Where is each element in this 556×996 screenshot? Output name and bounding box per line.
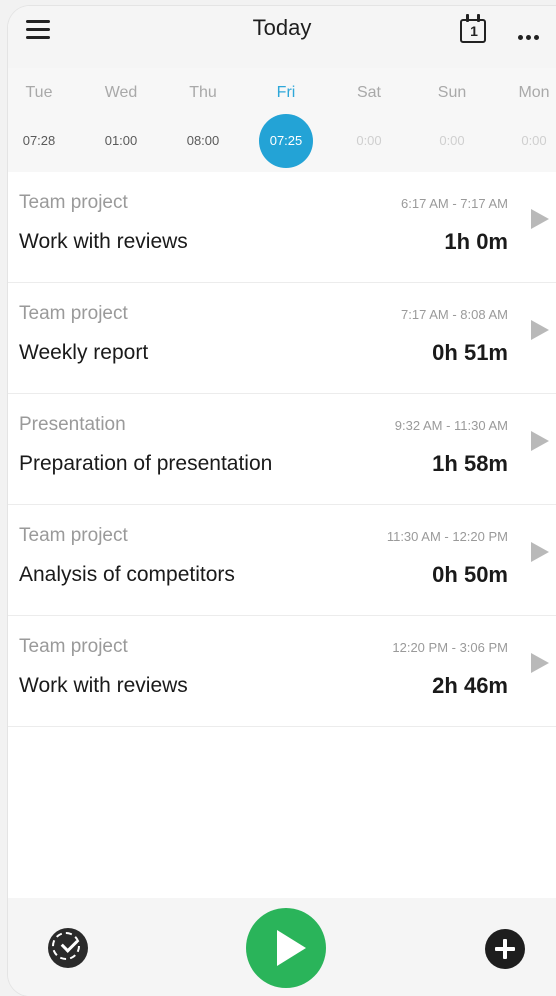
- entry-project: Team project: [19, 636, 128, 657]
- day-name: Sat: [356, 84, 381, 101]
- day-total: 07:28: [22, 133, 56, 148]
- day-name: Tue: [25, 84, 53, 101]
- entry-duration: 1h 0m: [444, 229, 508, 254]
- day-name: Sun: [437, 84, 467, 101]
- play-icon[interactable]: [531, 431, 549, 451]
- calendar-day-number: 1: [470, 23, 478, 39]
- start-timer-button[interactable]: [246, 908, 326, 988]
- entry-duration: 0h 51m: [432, 340, 508, 365]
- entry-task: Work with reviews: [19, 674, 188, 697]
- bottom-toolbar: [8, 898, 556, 996]
- more-icon[interactable]: [518, 27, 548, 40]
- day-name: Thu: [189, 84, 217, 101]
- list-item[interactable]: Team project 12:20 PM - 3:06 PM Work wit…: [8, 616, 556, 727]
- day-name: Mon: [518, 84, 550, 101]
- entry-project: Team project: [19, 525, 128, 546]
- week-strip: Tue 07:28 Wed 01:00 Thu 08:00 Fri 07:25 …: [8, 68, 556, 173]
- time-entry-list: Team project 6:17 AM - 7:17 AM Work with…: [8, 172, 556, 727]
- day-total: 0:00: [356, 133, 382, 148]
- play-icon[interactable]: [531, 209, 549, 229]
- calendar-icon[interactable]: 1: [460, 14, 488, 44]
- app-window: Today 1 Tue 07:28 Wed 01:00 Thu 08:00 Fr…: [8, 6, 556, 996]
- entry-duration: 1h 58m: [432, 451, 508, 476]
- day-total: 01:00: [104, 133, 138, 148]
- entry-duration: 2h 46m: [432, 673, 508, 698]
- entry-task: Weekly report: [19, 341, 149, 364]
- entry-project: Team project: [19, 192, 128, 213]
- day-total: 08:00: [186, 133, 220, 148]
- list-item[interactable]: Team project 7:17 AM - 8:08 AM Weekly re…: [8, 283, 556, 394]
- play-icon: [277, 930, 306, 966]
- entry-time-range: 9:32 AM - 11:30 AM: [394, 418, 508, 433]
- day-total-selected: 07:25: [259, 114, 313, 168]
- entry-time-range: 7:17 AM - 8:08 AM: [401, 307, 508, 322]
- day-name: Fri: [276, 84, 296, 101]
- entry-project: Team project: [19, 303, 128, 324]
- day-total: 0:00: [521, 133, 547, 148]
- day-total: 0:00: [439, 133, 465, 148]
- list-item[interactable]: Team project 6:17 AM - 7:17 AM Work with…: [8, 172, 556, 283]
- entry-time-range: 11:30 AM - 12:20 PM: [386, 529, 508, 544]
- entry-task: Preparation of presentation: [19, 452, 273, 475]
- entry-task: Analysis of competitors: [19, 563, 235, 586]
- entry-time-range: 6:17 AM - 7:17 AM: [401, 196, 508, 211]
- goal-icon[interactable]: [48, 928, 88, 968]
- list-item[interactable]: Team project 11:30 AM - 12:20 PM Analysi…: [8, 505, 556, 616]
- entry-time-range: 12:20 PM - 3:06 PM: [392, 640, 508, 655]
- entry-project: Presentation: [19, 414, 126, 435]
- entry-duration: 0h 50m: [432, 562, 508, 587]
- header: Today 1: [8, 6, 556, 68]
- play-icon[interactable]: [531, 320, 549, 340]
- play-icon[interactable]: [531, 542, 549, 562]
- play-icon[interactable]: [531, 653, 549, 673]
- add-entry-button[interactable]: [485, 929, 525, 969]
- entry-task: Work with reviews: [19, 230, 188, 253]
- list-item[interactable]: Presentation 9:32 AM - 11:30 AM Preparat…: [8, 394, 556, 505]
- day-name: Wed: [104, 84, 138, 101]
